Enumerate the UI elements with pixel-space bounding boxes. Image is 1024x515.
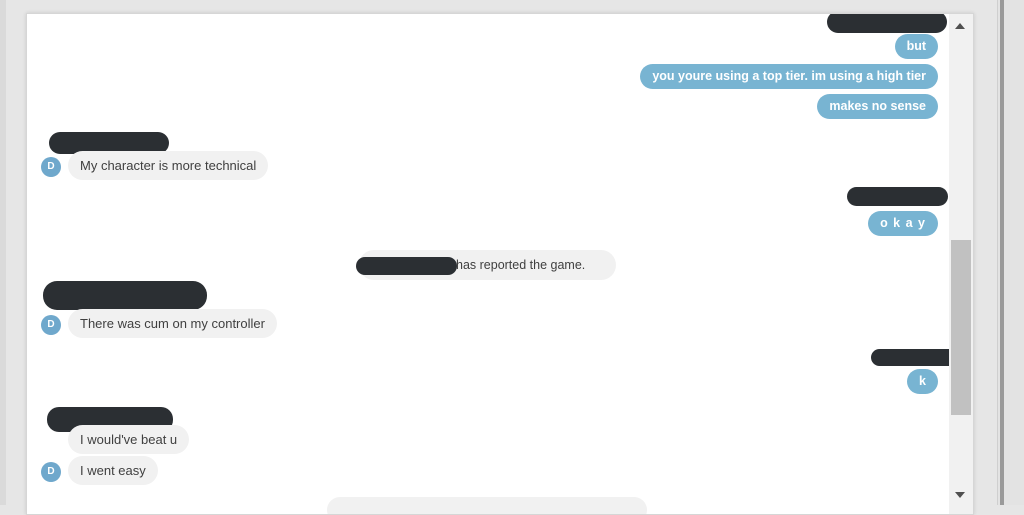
redacted-username [356,257,457,275]
scrollbar-thumb[interactable] [951,240,971,415]
message-list: but you youre using a top tier. im using… [27,14,962,514]
system-message: has reported the game. [356,250,616,280]
redacted-username [847,187,948,206]
window-left-edge [0,0,6,505]
triangle-up-icon[interactable] [955,23,965,29]
user-avatar[interactable]: D [41,157,61,177]
incoming-message: I went easy [68,456,158,485]
outgoing-message: o k a y [868,211,938,236]
redacted-username [827,14,947,33]
outgoing-message: you youre using a top tier. im using a h… [640,64,938,89]
window-right-edge [997,0,1024,505]
outgoing-message: k [907,369,938,394]
triangle-down-icon[interactable] [955,492,965,498]
incoming-message: There was cum on my controller [68,309,277,338]
chat-panel: but you youre using a top tier. im using… [26,13,974,515]
vertical-scrollbar[interactable] [949,14,973,514]
outgoing-message: makes no sense [817,94,938,119]
system-message-partial [327,497,647,514]
user-avatar[interactable]: D [41,462,61,482]
system-message-text: has reported the game. [456,258,586,272]
user-avatar[interactable]: D [41,315,61,335]
incoming-message: My character is more technical [68,151,269,180]
redacted-username [43,281,207,310]
outgoing-message: but [894,34,938,59]
incoming-message: I would've beat u [68,425,190,454]
